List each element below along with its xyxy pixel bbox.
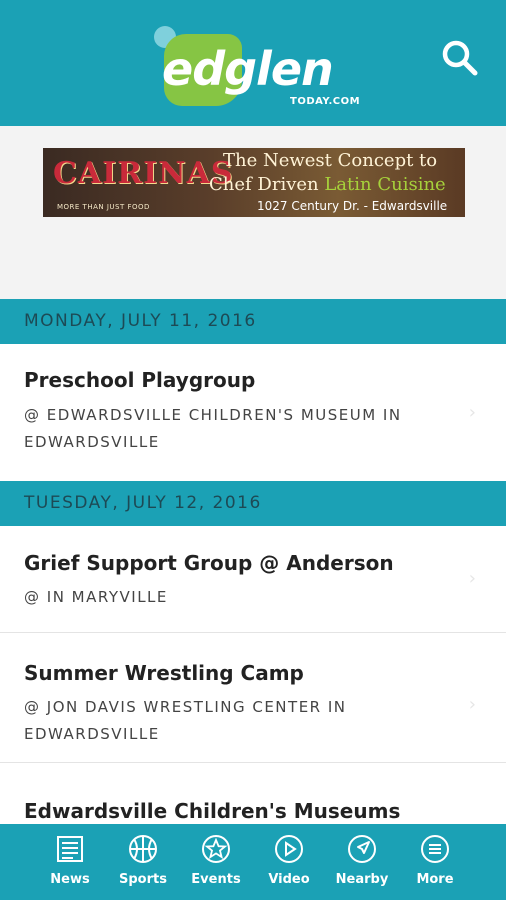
news-icon (57, 836, 83, 862)
logo-subtitle: TODAY.COM (290, 96, 361, 107)
play-icon (275, 835, 303, 863)
search-icon (442, 40, 478, 76)
event-title: Edwardsville Children's Museums (24, 799, 401, 823)
app-header: edglen TODAY.COM (0, 0, 506, 126)
tab-video[interactable]: Video (253, 830, 325, 896)
tab-label: Events (191, 872, 241, 887)
day-header: MONDAY, JULY 11, 2016 (0, 299, 506, 344)
ad-tagline: MORE THAN JUST FOOD (57, 203, 150, 211)
ad-brand: CAIRINAS (53, 156, 234, 191)
event-location: @ JON DAVIS WRESTLING CENTER IN EDWARDSV… (24, 698, 347, 743)
event-item[interactable]: Preschool Playgroup @ EDWARDSVILLE CHILD… (0, 344, 506, 481)
tab-sports[interactable]: Sports (107, 830, 179, 896)
ad-headline-2a: Chef Driven (209, 174, 325, 195)
search-button[interactable] (440, 38, 480, 78)
event-location: @ EDWARDSVILLE CHILDREN'S MUSEUM IN EDWA… (24, 406, 402, 451)
tab-events[interactable]: Events (180, 830, 252, 896)
menu-icon (421, 835, 449, 863)
event-title: Preschool Playgroup (24, 368, 256, 392)
day-header: TUESDAY, JULY 12, 2016 (0, 481, 506, 526)
navigation-arrow-icon (348, 835, 376, 863)
chevron-right-icon: › (468, 402, 476, 423)
tab-nearby[interactable]: Nearby (326, 830, 398, 896)
basketball-icon (129, 835, 157, 863)
event-item[interactable]: Summer Wrestling Camp @ JON DAVIS WRESTL… (0, 633, 506, 762)
event-item[interactable]: Grief Support Group @ Anderson @ IN MARY… (0, 526, 506, 632)
event-title: Summer Wrestling Camp (24, 661, 304, 685)
ad-address: 1027 Century Dr. - Edwardsville (257, 199, 448, 213)
ad-headline-2: Chef Driven Latin Cuisine (209, 174, 446, 195)
event-location: @ IN MARYVILLE (24, 588, 168, 606)
tab-news[interactable]: News (34, 830, 106, 896)
star-icon (202, 835, 230, 863)
tab-label: Sports (119, 872, 167, 887)
tab-label: Video (268, 872, 310, 887)
ad-headline-2b: Latin Cuisine (324, 174, 446, 195)
logo-text: edglen (162, 42, 334, 96)
tab-label: News (50, 872, 90, 887)
chevron-right-icon: › (468, 568, 476, 589)
tab-label: Nearby (335, 872, 389, 887)
day-label: MONDAY, JULY 11, 2016 (24, 311, 257, 331)
event-list[interactable]: CAIRINAS MORE THAN JUST FOOD The Newest … (0, 126, 506, 824)
event-item[interactable]: Edwardsville Children's Museums (0, 763, 506, 824)
bottom-tab-bar: News Sports Events Video Nearby More (0, 824, 506, 900)
ad-headline-1: The Newest Concept to (223, 150, 438, 171)
ad-banner[interactable]: CAIRINAS MORE THAN JUST FOOD The Newest … (43, 148, 465, 217)
event-title: Grief Support Group @ Anderson (24, 551, 394, 575)
chevron-right-icon: › (468, 694, 476, 715)
day-label: TUESDAY, JULY 12, 2016 (24, 493, 262, 513)
tab-more[interactable]: More (399, 830, 471, 896)
edglen-logo: edglen TODAY.COM (150, 20, 360, 112)
tab-label: More (416, 872, 454, 887)
